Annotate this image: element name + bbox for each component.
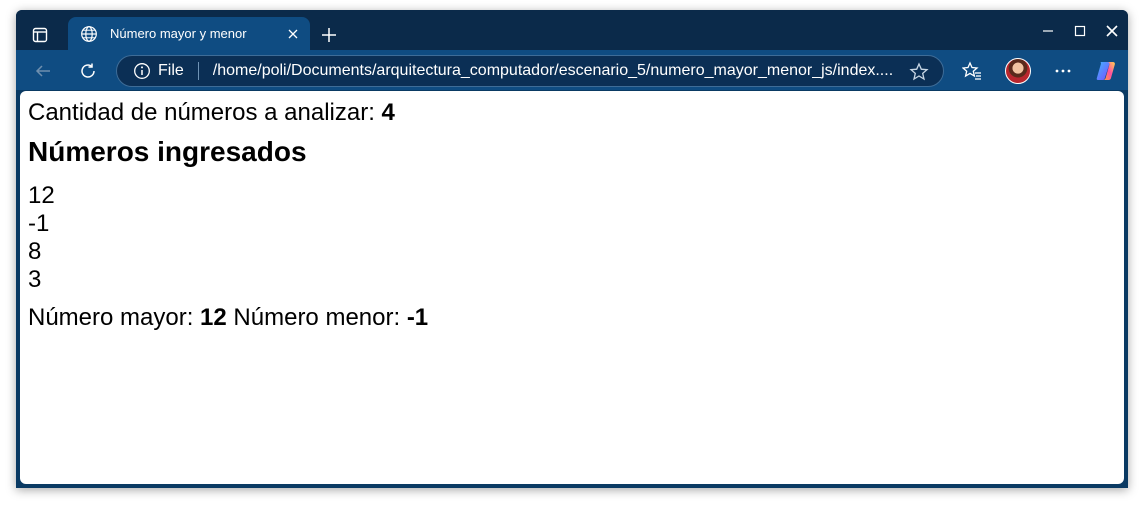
favorite-star-icon[interactable] (909, 62, 929, 82)
numbers-list: 12 -1 8 3 (28, 182, 55, 294)
result-line: Número mayor: 12 Número menor: -1 (28, 304, 428, 332)
tab-close-button[interactable] (280, 21, 306, 47)
list-item: 8 (28, 238, 42, 265)
count-line: Cantidad de números a analizar: 4 (28, 99, 395, 127)
info-icon[interactable] (133, 62, 151, 80)
browser-toolbar: File /home/poli/Documents/arquitectura_c… (16, 50, 1128, 90)
plus-icon (322, 28, 336, 42)
favorites-button[interactable] (957, 56, 987, 86)
close-icon (288, 29, 298, 38)
list-item: 12 (28, 182, 55, 209)
new-tab-button[interactable] (316, 22, 342, 48)
tab-actions-button[interactable] (26, 23, 54, 47)
reload-icon (81, 63, 95, 78)
title-bar: Número mayor y menor (16, 10, 1128, 50)
copilot-icon[interactable] (1094, 59, 1118, 83)
globe-icon (81, 25, 97, 42)
max-label: Número mayor: (28, 304, 201, 331)
minimize-icon (1043, 30, 1053, 32)
address-separator (197, 62, 199, 80)
address-url[interactable]: /home/poli/Documents/arquitectura_comput… (213, 62, 903, 80)
count-value: 4 (381, 99, 395, 126)
browser-window: Número mayor y menor File /home/poli/Doc… (16, 10, 1128, 488)
browser-tab[interactable]: Número mayor y menor (68, 17, 310, 50)
list-item: 3 (28, 266, 42, 293)
min-label: Número menor: (226, 304, 407, 331)
back-arrow-icon (35, 65, 50, 77)
numbers-heading: Números ingresados (28, 136, 307, 167)
page-viewport: Cantidad de números a analizar: 4 Número… (20, 91, 1124, 484)
min-value: -1 (406, 304, 429, 331)
reload-button[interactable] (73, 56, 103, 86)
favorites-icon (962, 61, 981, 80)
back-button[interactable] (28, 56, 58, 86)
tab-title: Número mayor y menor (110, 26, 247, 41)
profile-avatar[interactable] (1005, 58, 1031, 84)
maximize-icon (1074, 25, 1086, 37)
count-label: Cantidad de números a analizar: (28, 99, 382, 126)
close-icon (1106, 25, 1118, 37)
more-horizontal-icon (1055, 69, 1071, 73)
address-bar[interactable]: File /home/poli/Documents/arquitectura_c… (116, 55, 944, 87)
minimize-button[interactable] (1033, 18, 1063, 44)
maximize-button[interactable] (1065, 18, 1095, 44)
address-scheme-label: File (158, 62, 184, 79)
tab-actions-icon (32, 27, 48, 43)
max-value: 12 (200, 304, 227, 331)
more-menu-button[interactable] (1048, 56, 1078, 86)
list-item: -1 (28, 210, 50, 237)
close-window-button[interactable] (1097, 18, 1127, 44)
